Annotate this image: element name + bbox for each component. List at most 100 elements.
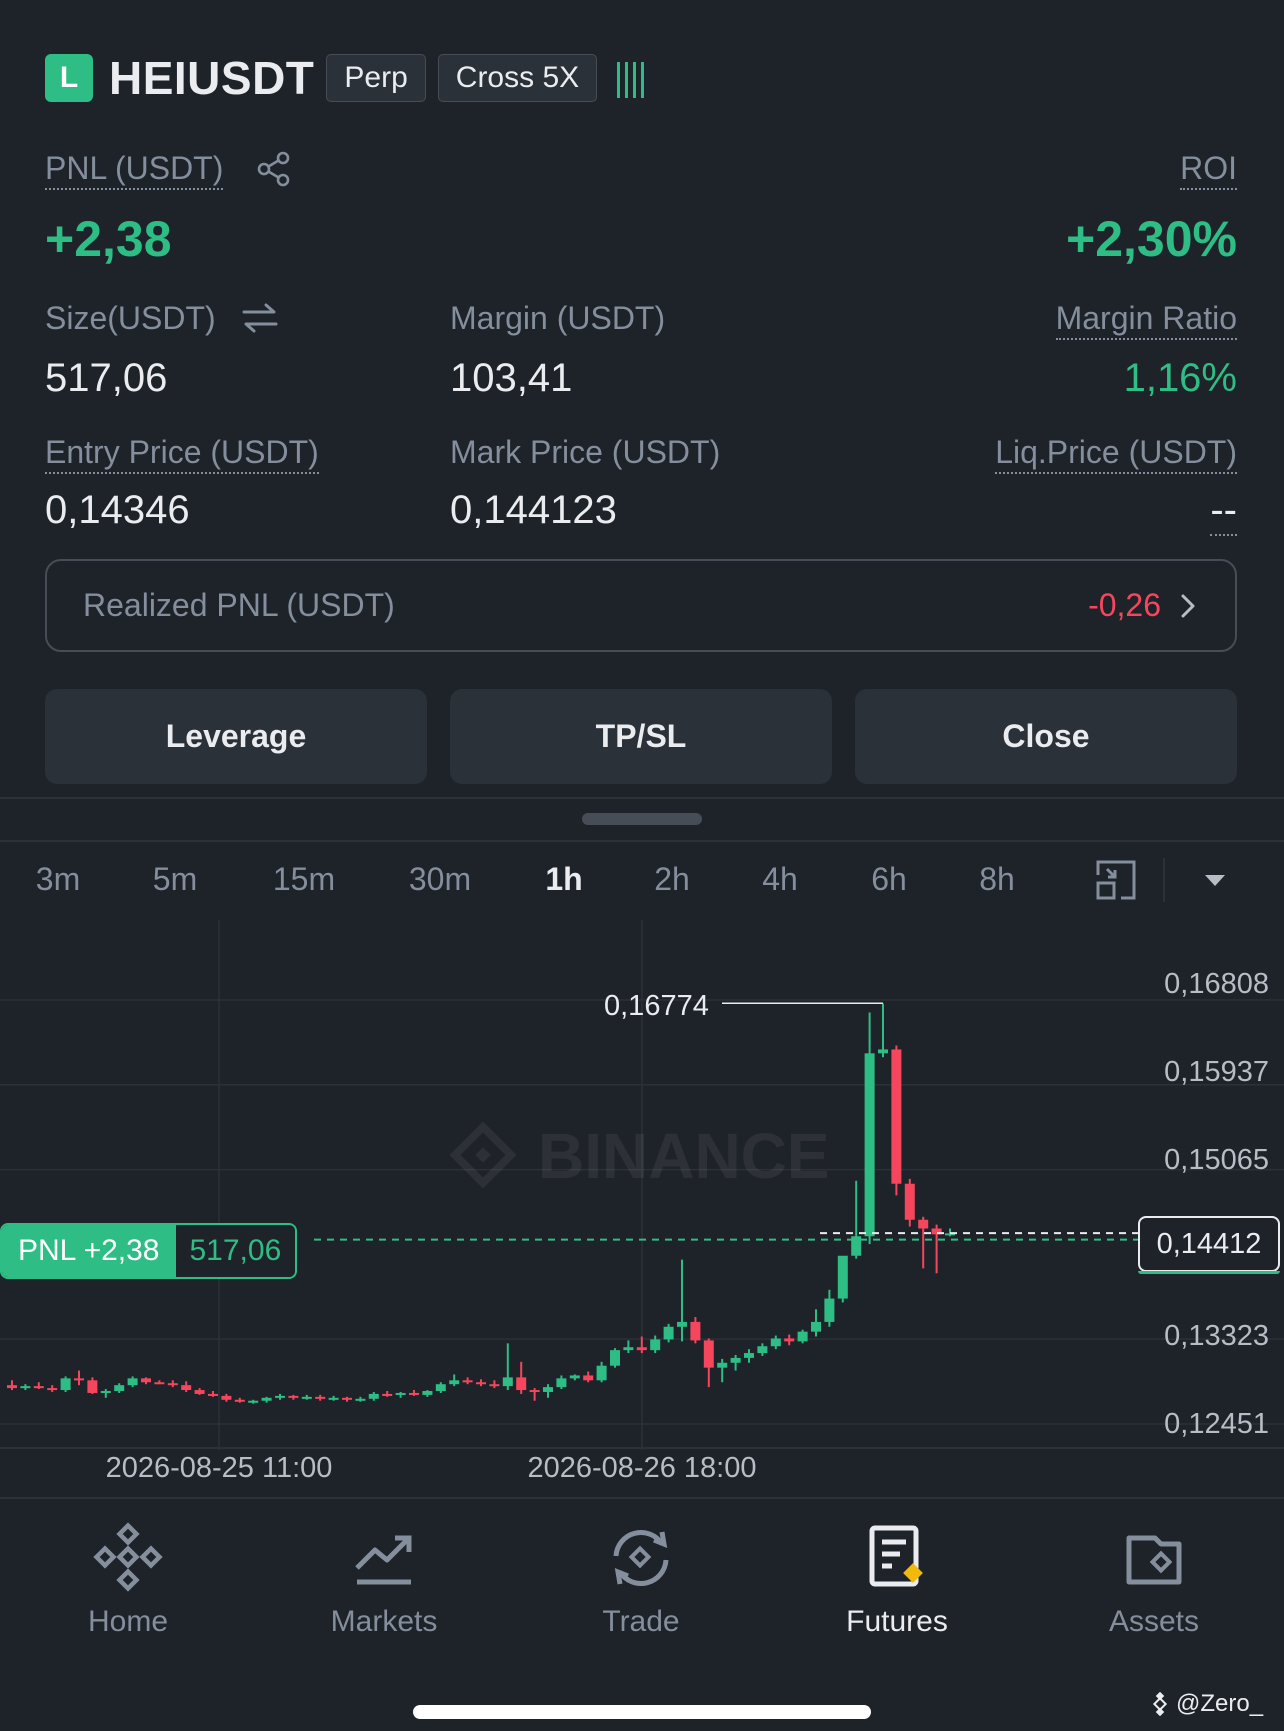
margin-ratio-label[interactable]: Margin Ratio xyxy=(1055,300,1237,340)
candle xyxy=(556,1375,567,1390)
long-side-badge: L xyxy=(45,54,93,102)
candle xyxy=(100,1389,111,1398)
roi-label[interactable]: ROI xyxy=(1180,150,1237,190)
entry-price-value: 0,14346 xyxy=(45,488,190,532)
binance-home-icon xyxy=(0,1522,256,1592)
entry-price-label[interactable]: Entry Price (USDT) xyxy=(45,434,319,474)
adl-indicator-icon xyxy=(617,58,645,98)
tab-2h[interactable]: 2h xyxy=(654,842,690,917)
margin-label: Margin (USDT) xyxy=(450,300,666,336)
candle-body xyxy=(7,1385,17,1389)
candle-body xyxy=(301,1396,312,1399)
candle-body xyxy=(208,1393,218,1396)
candle xyxy=(677,1259,687,1342)
share-icon[interactable] xyxy=(255,150,293,188)
pnl-value: +2,38 xyxy=(45,211,172,267)
chevron-down-icon[interactable] xyxy=(1203,872,1227,888)
candle xyxy=(476,1379,486,1387)
candle xyxy=(20,1384,31,1391)
candle-body xyxy=(221,1395,232,1400)
y-tick: 0,13323 xyxy=(1164,1320,1269,1352)
candle-body xyxy=(824,1298,835,1322)
margin-mode-tag[interactable]: Cross 5X xyxy=(437,54,598,102)
candle-body xyxy=(435,1384,446,1392)
candle xyxy=(33,1382,44,1390)
candle xyxy=(623,1340,634,1354)
x-tick: 2026-08-25 11:00 xyxy=(105,1452,333,1484)
y-tick: 0,15937 xyxy=(1164,1056,1269,1088)
candle-body xyxy=(100,1391,111,1394)
candle-body xyxy=(891,1049,902,1184)
tab-6h[interactable]: 6h xyxy=(871,842,907,917)
candle-body xyxy=(181,1385,192,1391)
tab-15m[interactable]: 15m xyxy=(273,842,335,917)
candle xyxy=(194,1388,205,1395)
candle-body xyxy=(87,1380,98,1393)
candle-body xyxy=(489,1384,500,1387)
candle xyxy=(60,1376,71,1392)
candle-body xyxy=(315,1396,326,1399)
candle xyxy=(878,1003,888,1058)
contract-type-tag: Perp xyxy=(326,54,426,102)
tab-3m[interactable]: 3m xyxy=(36,842,80,917)
candle xyxy=(730,1355,741,1371)
liq-price-label[interactable]: Liq.Price (USDT) xyxy=(995,434,1237,474)
drag-handle[interactable] xyxy=(582,813,702,825)
candle xyxy=(395,1391,406,1398)
close-position-button[interactable]: Close xyxy=(855,689,1237,784)
tab-30m[interactable]: 30m xyxy=(409,842,471,917)
candle-body xyxy=(569,1375,580,1379)
pnl-label[interactable]: PNL (USDT) xyxy=(45,150,224,190)
candle-body xyxy=(449,1380,460,1385)
section-divider xyxy=(0,797,1284,799)
tab-5m[interactable]: 5m xyxy=(153,842,197,917)
chart-layout-icon[interactable] xyxy=(1095,859,1137,901)
candle xyxy=(315,1394,326,1401)
tpsl-button[interactable]: TP/SL xyxy=(450,689,832,784)
symbol-title[interactable]: HEIUSDT xyxy=(109,51,314,105)
candle xyxy=(275,1393,285,1400)
home-indicator[interactable] xyxy=(413,1705,871,1719)
pnl-tag-size: 517,06 xyxy=(175,1225,296,1277)
binance-small-icon xyxy=(1152,1692,1168,1716)
candle-body xyxy=(703,1340,714,1368)
candle-body xyxy=(502,1377,513,1387)
candle-body xyxy=(288,1395,299,1398)
candle xyxy=(489,1380,500,1389)
candle-body xyxy=(368,1393,379,1399)
tab-4h[interactable]: 4h xyxy=(762,842,798,917)
candle-body xyxy=(60,1378,71,1391)
swap-unit-icon[interactable] xyxy=(240,300,280,336)
candle xyxy=(462,1377,473,1385)
pnl-position-tag[interactable]: PNL +2,38 517,06 xyxy=(0,1223,298,1279)
candle-body xyxy=(663,1326,674,1340)
candle xyxy=(610,1348,620,1368)
realized-pnl-label: Realized PNL (USDT) xyxy=(83,587,395,623)
candle-body xyxy=(127,1378,138,1386)
candle-body xyxy=(355,1398,366,1401)
candle xyxy=(382,1391,393,1397)
candle-body xyxy=(650,1339,661,1351)
candle xyxy=(248,1399,259,1404)
nav-divider xyxy=(0,1497,1284,1499)
leverage-button[interactable]: Leverage xyxy=(45,689,427,784)
candle-body xyxy=(596,1365,607,1381)
candle xyxy=(851,1180,862,1259)
candle-body xyxy=(784,1338,795,1342)
candle-body xyxy=(904,1183,915,1220)
candle-body xyxy=(114,1385,125,1392)
candle xyxy=(154,1380,165,1385)
candle-body xyxy=(395,1392,406,1395)
candle-body xyxy=(141,1378,151,1383)
candle xyxy=(502,1343,513,1391)
position-header: L HEIUSDT Perp Cross 5X xyxy=(45,50,645,106)
candle xyxy=(301,1394,312,1400)
candle-body xyxy=(409,1392,419,1395)
realized-pnl-value: -0,26 xyxy=(1088,587,1161,623)
candle xyxy=(449,1374,460,1387)
candle xyxy=(409,1390,419,1396)
realized-pnl-row[interactable]: Realized PNL (USDT) -0,26 xyxy=(45,559,1237,652)
tab-1h[interactable]: 1h xyxy=(545,842,582,917)
pnl-tag-label: PNL +2,38 xyxy=(2,1225,176,1277)
tab-8h[interactable]: 8h xyxy=(979,842,1015,917)
